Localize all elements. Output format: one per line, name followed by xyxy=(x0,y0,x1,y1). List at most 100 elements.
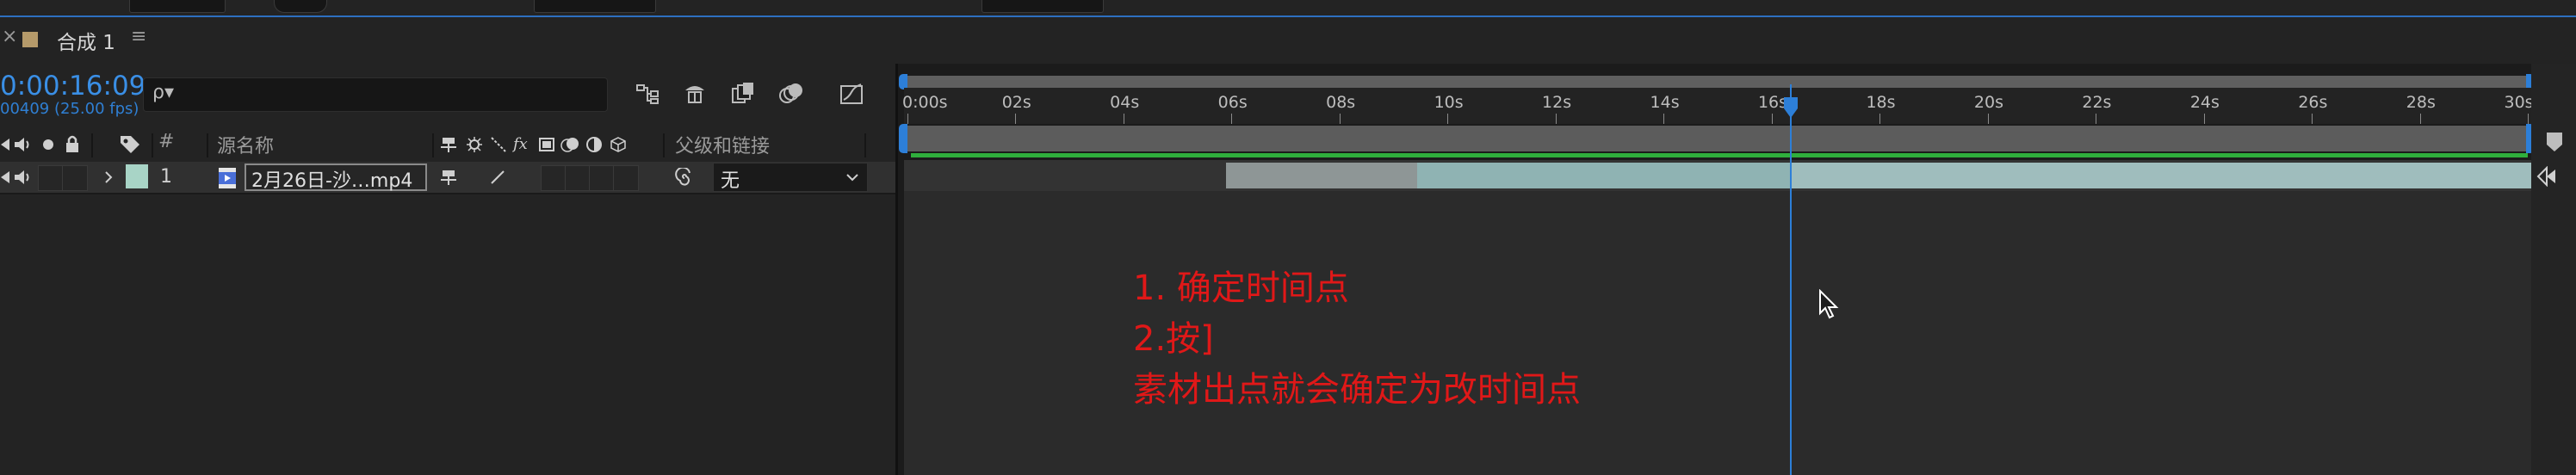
ruler-tick-label: 22s xyxy=(2082,93,2112,112)
video-visibility-icon[interactable] xyxy=(0,167,12,188)
column-separator xyxy=(152,133,153,157)
mouse-cursor-icon xyxy=(1818,288,1841,324)
ruler-tick-label: 30s xyxy=(2504,93,2534,112)
time-navigator-bar[interactable] xyxy=(904,76,2531,88)
ruler-tick-label: 20s xyxy=(1973,93,2003,112)
toolbar-toggle[interactable] xyxy=(274,0,327,13)
frame-blend-switch[interactable] xyxy=(565,165,591,191)
panel-divider[interactable] xyxy=(895,64,898,475)
ruler-tick-label: 12s xyxy=(1542,93,1572,112)
layer-panel xyxy=(0,64,897,475)
shy-icon[interactable] xyxy=(439,134,458,155)
solo-switch[interactable] xyxy=(38,165,64,191)
quality-switch-icon[interactable] xyxy=(487,167,508,188)
motion-blur-switch[interactable] xyxy=(589,165,615,191)
video-toggle-header-icon[interactable] xyxy=(0,134,12,155)
ruler-tick-mark xyxy=(1231,114,1233,124)
frame-blend-switch-icon[interactable] xyxy=(537,134,556,155)
toolbar-field-3[interactable] xyxy=(981,0,1104,13)
parent-pickwhip-icon[interactable] xyxy=(672,165,697,191)
adjustment-layer-icon[interactable] xyxy=(584,134,604,155)
label-tag-icon[interactable] xyxy=(117,133,143,157)
shy-switch-icon[interactable] xyxy=(439,167,458,188)
ruler-tick-label: 26s xyxy=(2298,93,2328,112)
column-separator xyxy=(663,133,665,157)
column-number: # xyxy=(158,131,175,152)
instruction-annotation: 1. 确定时间点 2.按] 素材出点就会确定为改时间点 xyxy=(1133,263,1581,416)
search-icon: ρ▾ xyxy=(152,82,175,103)
ruler-tick-mark xyxy=(907,114,908,124)
chevron-down-icon xyxy=(843,169,862,186)
comp-mini-flowchart-icon[interactable] xyxy=(634,79,663,108)
playhead-line[interactable] xyxy=(1790,84,1792,475)
solo-icon[interactable] xyxy=(40,136,57,153)
column-separator xyxy=(91,133,93,157)
playhead-handle[interactable] xyxy=(1783,96,1799,119)
comp-button-column xyxy=(2531,64,2576,475)
ruler-tick-mark xyxy=(2528,114,2529,124)
annotation-step-2: 2.按] xyxy=(1133,319,1214,359)
toolbar-field[interactable] xyxy=(129,0,226,13)
work-area-start-handle[interactable] xyxy=(899,124,907,153)
ruler-tick-mark xyxy=(1339,114,1341,124)
audio-icon[interactable] xyxy=(12,134,34,155)
tab-menu-icon[interactable]: ≡ xyxy=(131,26,146,47)
toolbar-field-2[interactable] xyxy=(534,0,656,13)
comp-marker-bin-icon[interactable] xyxy=(2542,129,2567,155)
ruler-tick-label: 04s xyxy=(1110,93,1140,112)
time-ruler[interactable] xyxy=(904,88,2531,124)
ruler-tick-mark xyxy=(2203,114,2205,124)
ruler-tick-label: 14s xyxy=(1650,93,1680,112)
ruler-tick-label: 18s xyxy=(1866,93,1896,112)
composition-icon xyxy=(22,32,38,47)
composition-tab-label[interactable]: 合成 1 xyxy=(57,26,115,55)
annotation-step-1: 1. 确定时间点 xyxy=(1133,268,1349,308)
layer-search-input[interactable]: ρ▾ xyxy=(143,77,608,112)
3d-layer-icon[interactable] xyxy=(608,134,629,155)
quality-icon[interactable] xyxy=(489,134,508,155)
ruler-tick-mark xyxy=(1015,114,1017,124)
effects-switch[interactable] xyxy=(541,165,567,191)
audio-enable-icon[interactable] xyxy=(12,167,34,188)
effects-icon[interactable]: fx xyxy=(511,133,534,155)
layer-out-point-icon[interactable] xyxy=(2535,163,2561,189)
frame-blending-icon[interactable] xyxy=(728,79,758,108)
ruler-tick-mark xyxy=(1987,114,1989,124)
draft-3d-icon[interactable] xyxy=(680,79,709,108)
work-area-bar[interactable] xyxy=(904,126,2531,151)
ruler-tick-label: 06s xyxy=(1217,93,1248,112)
close-tab-icon[interactable]: × xyxy=(2,26,17,47)
frame-count: 00409 (25.00 fps) xyxy=(0,100,139,118)
motion-blur-icon[interactable] xyxy=(777,79,806,108)
annotation-result: 素材出点就会确定为改时间点 xyxy=(1133,370,1581,410)
lock-switch[interactable] xyxy=(62,165,88,191)
video-file-icon xyxy=(215,165,239,191)
collapse-transform-icon[interactable] xyxy=(465,134,484,155)
ruler-tick-label: 24s xyxy=(2189,93,2220,112)
ruler-tick-mark xyxy=(1555,114,1557,124)
ruler-tick-mark xyxy=(2419,114,2421,124)
graph-editor-icon[interactable] xyxy=(837,79,866,108)
label-color-swatch[interactable] xyxy=(126,164,148,188)
expand-chevron-icon[interactable] xyxy=(100,167,117,188)
layer-name[interactable]: 2月26日-沙…mp4 xyxy=(251,165,412,193)
current-timecode[interactable]: 0:00:16:09 xyxy=(0,71,146,102)
ruler-tick-label: 02s xyxy=(1001,93,1031,112)
layer-duration-bar-active[interactable] xyxy=(1417,163,1791,188)
column-parent-link[interactable]: 父级和链接 xyxy=(675,131,770,158)
ruler-tick-label: 08s xyxy=(1326,93,1356,112)
ruler-tick-label: 10s xyxy=(1434,93,1464,112)
3d-switch[interactable] xyxy=(613,165,639,191)
parent-select[interactable]: 无 xyxy=(713,163,868,192)
layer-duration-bar-trimmed[interactable] xyxy=(1226,163,1417,188)
ruler-tick-label: 0:00s xyxy=(902,93,948,112)
lock-icon[interactable] xyxy=(62,133,83,155)
ruler-tick-mark xyxy=(2312,114,2313,124)
composition-tab-bar xyxy=(0,17,2576,64)
svg-text:fx: fx xyxy=(512,135,528,153)
top-toolbar xyxy=(0,0,2576,17)
parent-select-value: 无 xyxy=(721,170,740,192)
column-source-name[interactable]: 源名称 xyxy=(217,131,274,158)
layer-number: 1 xyxy=(160,166,172,188)
motion-blur-switch-icon[interactable] xyxy=(560,134,580,155)
